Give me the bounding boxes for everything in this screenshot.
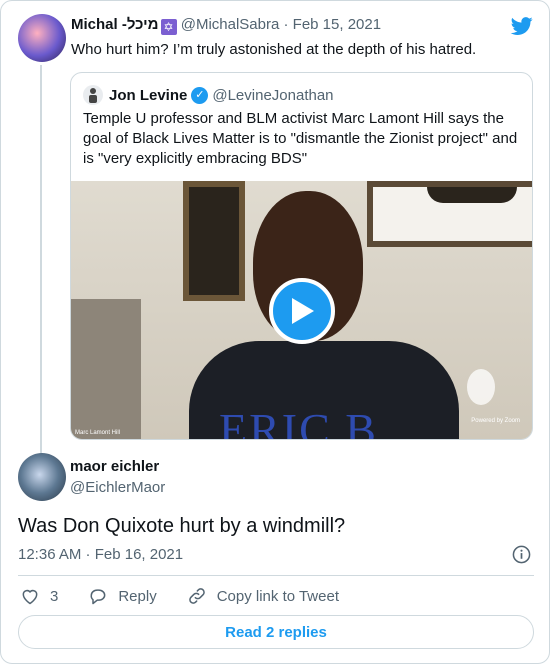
separator: · <box>279 16 293 33</box>
reply-text: Was Don Quixote hurt by a windmill? <box>18 515 346 537</box>
reply-author-name[interactable]: maor eichler <box>70 458 159 475</box>
quoted-tweet-text: Temple U professor and BLM activist Marc… <box>83 110 518 167</box>
video-caption: Marc Lamont Hill <box>75 430 121 436</box>
heart-icon <box>22 589 38 605</box>
info-icon[interactable] <box>512 545 531 564</box>
quoted-tweet-header: Jon Levine ✓ @LevineJonathan <box>83 85 334 105</box>
author-name[interactable]: Michal -מיכל <box>71 16 159 33</box>
copy-link-button[interactable]: Copy link to Tweet <box>187 586 339 606</box>
reply-icon <box>90 589 106 605</box>
tweet-text: Who hurt him? I’m truly astonished at th… <box>71 41 477 58</box>
read-replies-button[interactable]: Read 2 replies <box>18 615 534 649</box>
author-handle[interactable]: @MichalSabra <box>181 16 280 33</box>
play-button[interactable] <box>269 278 335 344</box>
avatar <box>83 85 103 105</box>
shelf <box>71 299 141 439</box>
quoted-tweet[interactable]: Jon Levine ✓ @LevineJonathan Temple U pr… <box>70 72 533 440</box>
play-icon <box>292 298 314 324</box>
author-handle[interactable]: @LevineJonathan <box>212 87 333 104</box>
video-thumbnail[interactable]: ERIC B Marc Lamont Hill Powered by Zoom <box>71 181 532 440</box>
reply-timestamp[interactable]: 12:36 AM · Feb 16, 2021 <box>18 546 183 563</box>
reply-label: Reply <box>118 587 157 605</box>
reply-author-handle[interactable]: @EichlerMaor <box>70 479 165 496</box>
avatar[interactable] <box>18 14 66 62</box>
verified-badge-icon: ✓ <box>191 86 209 104</box>
tweet-header: Michal -מיכל ✡ @MichalSabra · Feb 15, 202… <box>71 16 381 35</box>
reply-button[interactable]: Reply <box>88 586 157 606</box>
zoom-logo-icon <box>467 369 495 405</box>
shirt-text: ERIC B <box>219 404 378 440</box>
tweet-date[interactable]: Feb 15, 2021 <box>293 16 381 33</box>
thread-line <box>40 65 42 455</box>
tweet-actions: 3 Reply Copy link to Tweet <box>20 584 369 608</box>
like-count: 3 <box>50 587 59 605</box>
avatar[interactable] <box>18 453 66 501</box>
twitter-bird-icon[interactable] <box>510 15 534 37</box>
divider <box>18 575 534 576</box>
video-watermark: Powered by Zoom <box>471 418 520 424</box>
author-name[interactable]: Jon Levine <box>109 87 187 104</box>
like-button[interactable]: 3 <box>20 586 58 606</box>
link-icon <box>188 588 205 604</box>
star-of-david-icon: ✡ <box>160 19 177 35</box>
embedded-tweet-card: Michal -מיכל ✡ @MichalSabra · Feb 15, 202… <box>0 0 550 664</box>
copy-link-label: Copy link to Tweet <box>216 587 339 605</box>
